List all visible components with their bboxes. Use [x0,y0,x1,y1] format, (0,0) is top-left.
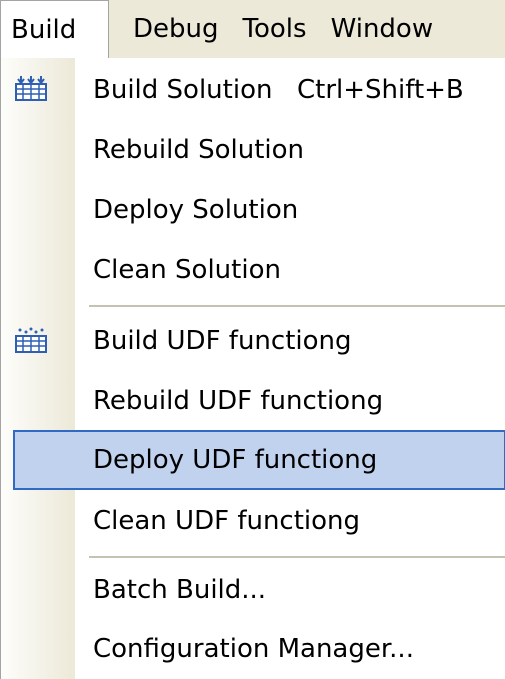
build-solution-icon [15,76,47,101]
menu-item-shortcut: Ctrl+Shift+B [297,75,464,105]
menu-item-build-project[interactable]: Build UDF functiong [1,311,505,371]
menu-item-label: Clean Solution [93,255,281,285]
menu-debug-label: Debug [133,14,219,44]
menu-item-deploy-project[interactable]: Deploy UDF functiong [13,430,505,490]
menu-item-label: Rebuild UDF functiong [93,386,384,416]
menu-item-label: Build UDF functiong [93,326,352,356]
menu-item-label: Deploy UDF functiong [93,445,378,475]
menu-item-label: Rebuild Solution [93,135,305,165]
menu-tools-label: Tools [242,14,307,44]
menu-item-label: Clean UDF functiong [93,506,361,536]
menu-item-rebuild-project[interactable]: Rebuild UDF functiong [1,371,505,431]
menu-build-label: Build [11,14,77,45]
menu-item-clean-project[interactable]: Clean UDF functiong [1,491,505,551]
menu-item-deploy-solution[interactable]: Deploy Solution [1,180,505,240]
menu-window-label: Window [330,14,434,44]
menu-separator [89,305,505,307]
menu-build[interactable]: Build [0,0,109,58]
menu-item-batch-build[interactable]: Batch Build... [1,560,505,620]
menu-item-build-solution[interactable]: Build Solution Ctrl+Shift+B [1,60,505,120]
menu-debug[interactable]: Debug [109,0,219,58]
menu-separator [89,556,505,558]
menu-item-label: Build Solution [93,75,273,105]
build-dropdown-menu: Build Solution Ctrl+Shift+B Rebuild Solu… [0,58,505,679]
menu-item-label: Batch Build... [93,575,267,605]
menu-item-rebuild-solution[interactable]: Rebuild Solution [1,120,505,180]
build-project-icon [15,327,47,353]
menu-window[interactable]: Window [307,0,434,58]
menu-item-configuration-manager[interactable]: Configuration Manager... [1,619,505,679]
menu-item-clean-solution[interactable]: Clean Solution [1,240,505,300]
menu-tools[interactable]: Tools [219,0,307,58]
menu-item-label: Configuration Manager... [93,634,414,664]
menu-item-label: Deploy Solution [93,195,299,225]
menu-bar: Build Debug Tools Window [0,0,505,58]
